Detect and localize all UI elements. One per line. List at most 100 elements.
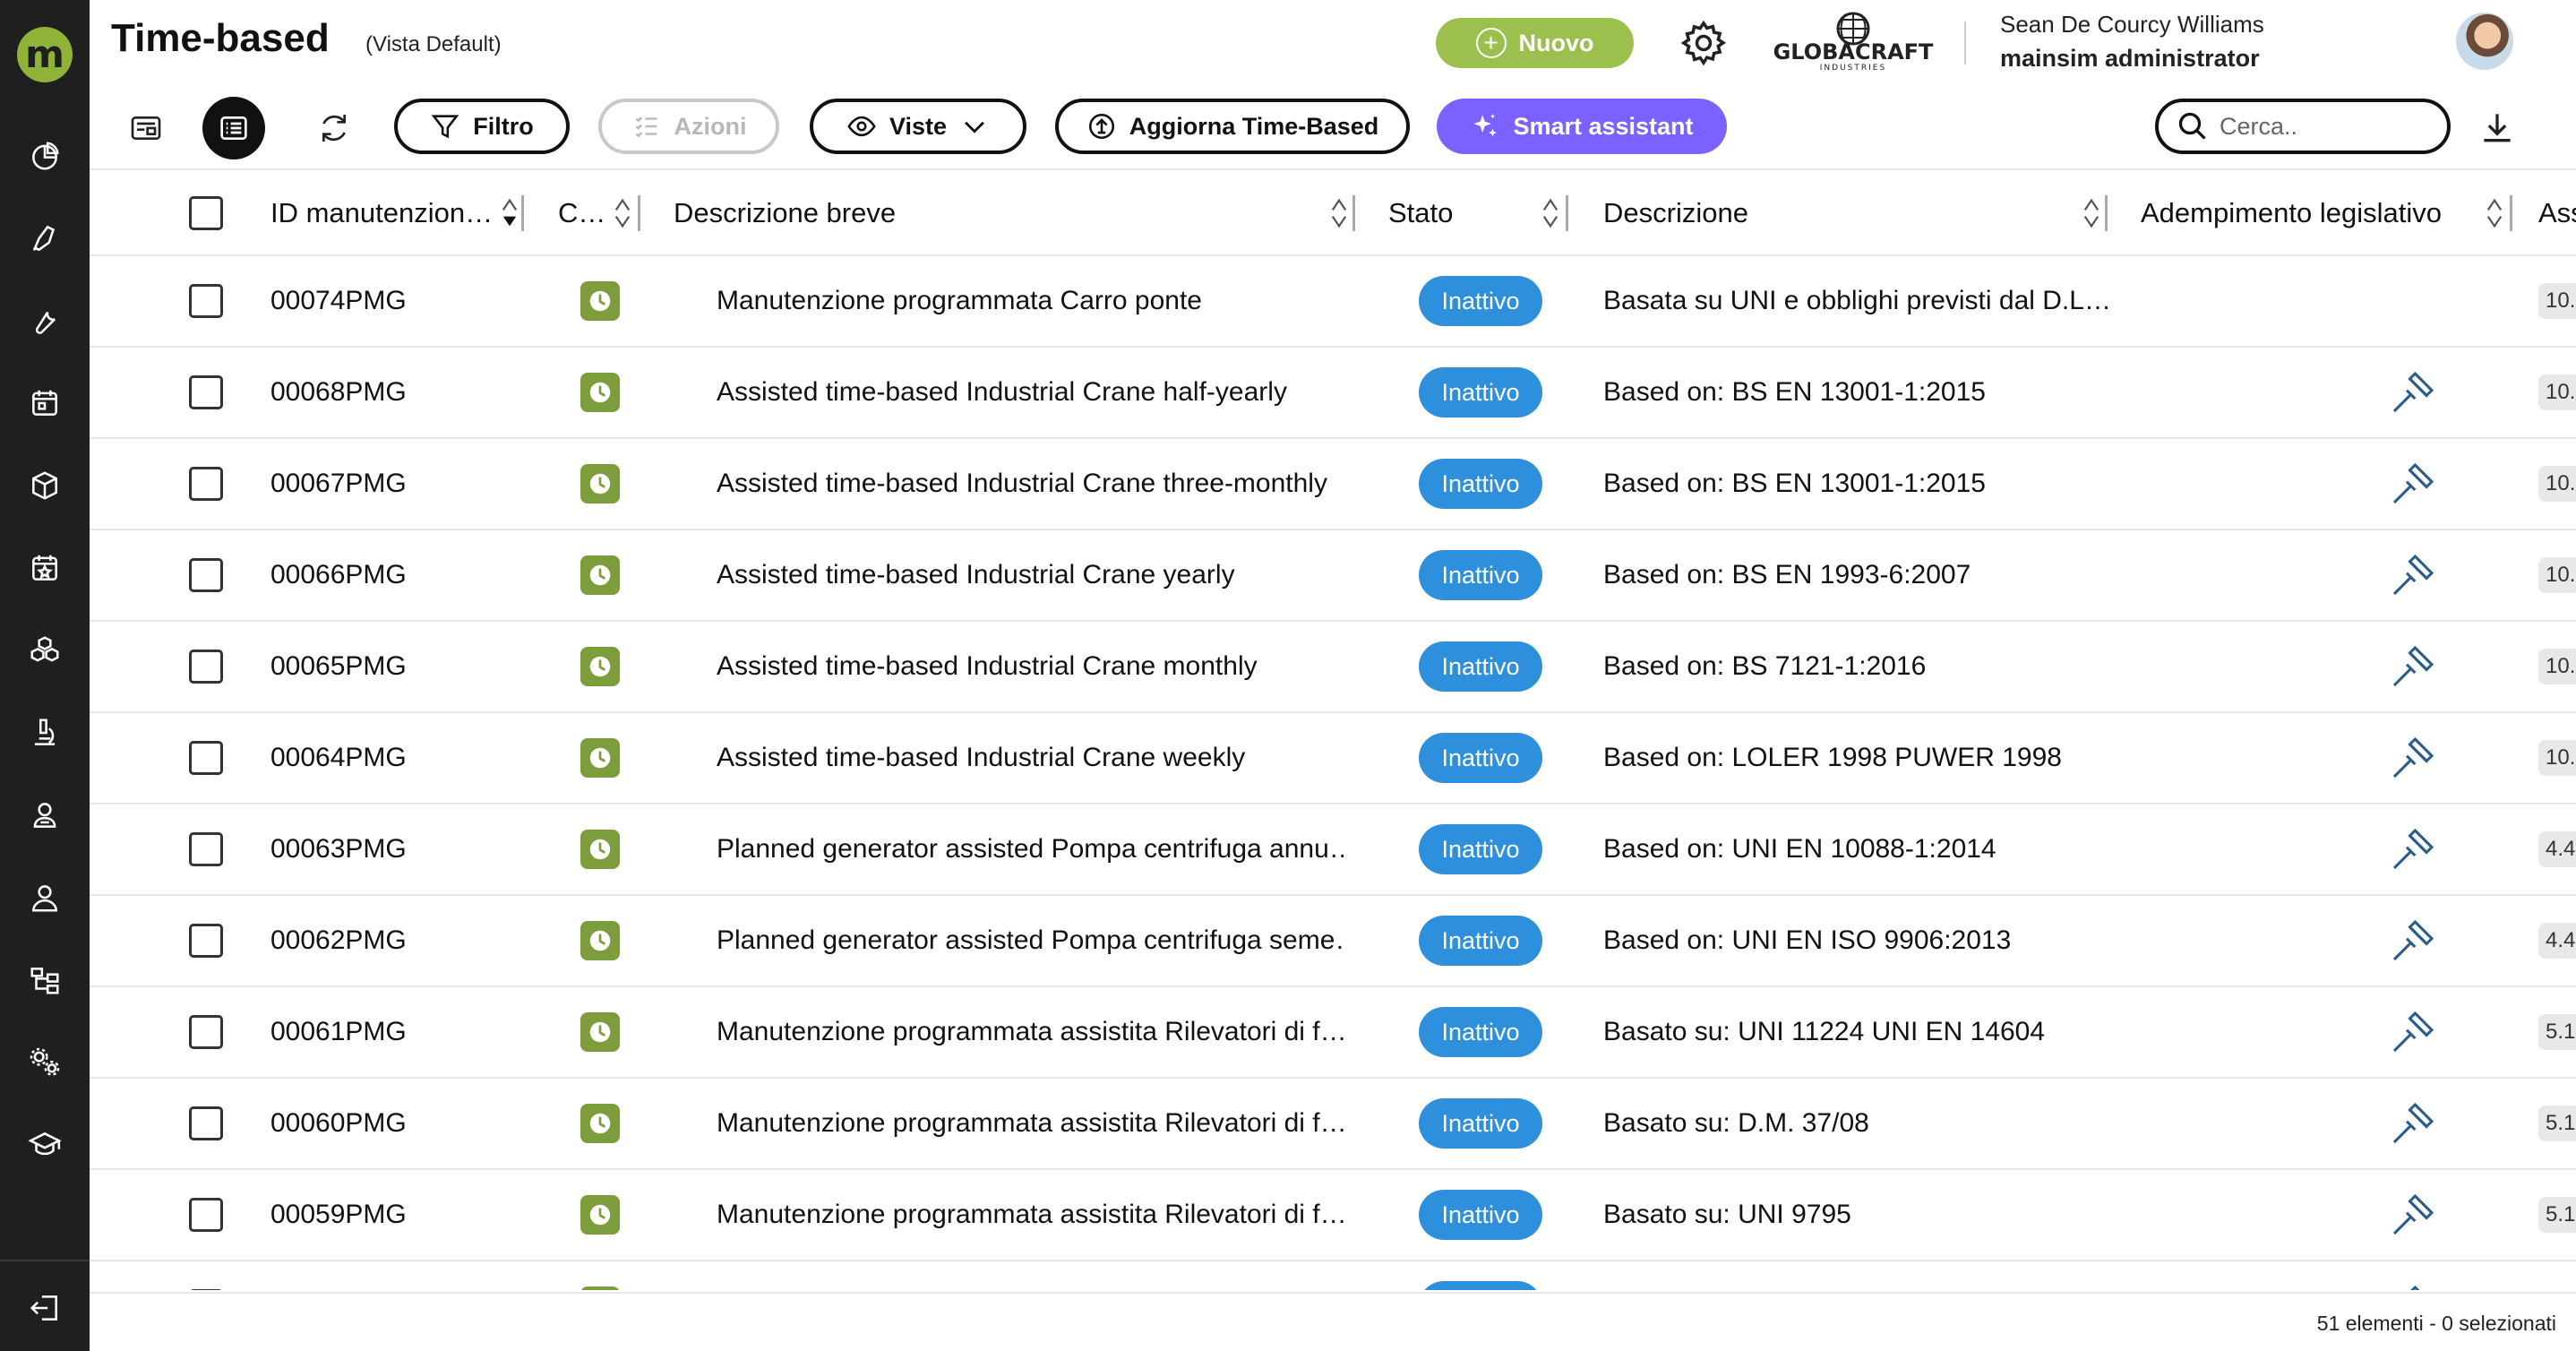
wrench-icon[interactable] (25, 301, 64, 340)
user-icon[interactable] (25, 878, 64, 917)
column-resizer[interactable] (2105, 195, 2108, 231)
header-divider (1964, 22, 1966, 65)
table-row[interactable]: 00065PMG Assisted time-based Industrial C… (90, 622, 2576, 713)
sort-icon[interactable] (614, 197, 631, 229)
refresh-icon[interactable] (303, 97, 365, 159)
row-checkbox[interactable] (189, 558, 223, 592)
logout-icon[interactable] (25, 1288, 64, 1328)
calendar-star-icon[interactable] (25, 548, 64, 588)
cell-short-description: Assisted time-based Industrial Crane mon… (717, 651, 1258, 681)
sort-icon[interactable] (1331, 197, 1347, 229)
col-header-ass[interactable]: Ass (2538, 170, 2576, 256)
table-row[interactable]: 00068PMG Assisted time-based Industrial C… (90, 348, 2576, 439)
col-header-id[interactable]: ID manutenzion… (270, 170, 493, 256)
new-button[interactable]: + Nuovo (1436, 18, 1634, 68)
cell-short-description (717, 1261, 1344, 1290)
sort-icon[interactable] (2486, 197, 2503, 229)
search-icon (2178, 112, 2206, 140)
clock-icon (580, 738, 620, 778)
search-input[interactable] (2218, 111, 2433, 142)
status-badge: Inattivo (1419, 276, 1542, 326)
row-checkbox[interactable] (189, 832, 223, 866)
filter-button[interactable]: Filtro (394, 99, 570, 154)
row-checkbox[interactable] (189, 741, 223, 775)
view-label[interactable]: (Vista Default) (365, 32, 502, 57)
row-checkbox[interactable] (189, 1198, 223, 1232)
cell-id: 00074PMG (270, 286, 407, 315)
table-row[interactable]: 00060PMG Manutenzione programmata assisti… (90, 1079, 2576, 1170)
table-row[interactable]: 00064PMG Assisted time-based Industrial C… (90, 713, 2576, 805)
sort-icon[interactable] (1542, 197, 1558, 229)
cell-id: 00061PMG (270, 1017, 407, 1046)
clock-icon (580, 1012, 620, 1052)
list-view-icon[interactable] (202, 97, 265, 159)
column-resizer[interactable] (521, 195, 524, 231)
row-checkbox[interactable] (189, 1289, 223, 1290)
table-row[interactable]: 00067PMG Assisted time-based Industrial C… (90, 439, 2576, 530)
dashboard-icon[interactable] (25, 136, 64, 176)
sort-icon[interactable] (2083, 197, 2099, 229)
user-badge-icon[interactable] (25, 796, 64, 835)
smart-assistant-button[interactable]: Smart assistant (1437, 99, 1727, 154)
row-checkbox[interactable] (189, 375, 223, 409)
col-header-short-description[interactable]: Descrizione breve (674, 170, 896, 256)
col-header-status[interactable]: Stato (1388, 170, 1453, 256)
table-row[interactable]: 00061PMG Manutenzione programmata assisti… (90, 987, 2576, 1079)
cell-description: Based on: UNI EN 10088-1:2014 (1603, 834, 1996, 864)
table-row[interactable]: Inattivo (90, 1261, 2576, 1290)
col-header-category[interactable]: C… (558, 170, 605, 256)
col-header-description[interactable]: Descrizione (1603, 170, 1748, 256)
cube-icon[interactable] (25, 466, 64, 505)
select-all-checkbox[interactable] (189, 196, 223, 230)
cell-id: 00062PMG (270, 925, 407, 955)
gavel-icon (2392, 736, 2434, 779)
cell-description: Based on: LOLER 1998 PUWER 1998 (1603, 743, 2062, 772)
row-checkbox[interactable] (189, 1106, 223, 1140)
graduation-cap-icon[interactable] (25, 1125, 64, 1165)
gavel-icon (2392, 371, 2434, 413)
download-icon[interactable] (2477, 108, 2517, 147)
microscope-icon[interactable] (25, 713, 64, 753)
card-view-icon[interactable] (115, 97, 177, 159)
gavel-icon (2392, 1102, 2434, 1144)
table-row[interactable]: 00062PMG Planned generator assisted Pompa… (90, 896, 2576, 987)
gavel-icon (2392, 462, 2434, 504)
row-checkbox[interactable] (189, 467, 223, 501)
table-row[interactable]: 00059PMG Manutenzione programmata assisti… (90, 1170, 2576, 1261)
calendar-icon[interactable] (25, 383, 64, 423)
cell-short-description: Planned generator assisted Pompa centrif… (717, 834, 1344, 864)
cell-short-description: Assisted time-based Industrial Crane wee… (717, 743, 1246, 772)
table-row[interactable]: 00066PMG Assisted time-based Industrial C… (90, 530, 2576, 622)
cell-ass-badge: 10. (2538, 740, 2576, 776)
gears-icon[interactable] (25, 1043, 64, 1082)
column-resizer[interactable] (1566, 195, 1568, 231)
table-row[interactable]: 00063PMG Planned generator assisted Pompa… (90, 805, 2576, 896)
status-badge: Inattivo (1419, 1281, 1542, 1290)
row-checkbox[interactable] (189, 924, 223, 958)
search-box[interactable] (2155, 99, 2451, 154)
update-time-based-button[interactable]: Aggiorna Time-Based (1055, 99, 1410, 154)
views-dropdown[interactable]: Viste (810, 99, 1026, 154)
hierarchy-icon[interactable] (25, 960, 64, 1000)
rocket-icon[interactable] (25, 219, 64, 258)
column-resizer[interactable] (1352, 195, 1355, 231)
col-header-legal-compliance[interactable]: Adempimento legislativo (2141, 170, 2442, 256)
app-logo[interactable]: m (17, 27, 73, 82)
column-resizer[interactable] (2510, 195, 2512, 231)
user-name[interactable]: Sean De Courcy Williams (2000, 11, 2264, 39)
sort-desc-icon[interactable] (502, 197, 518, 229)
cell-ass-badge: 10. (2538, 557, 2576, 593)
column-resizer[interactable] (638, 195, 640, 231)
row-checkbox[interactable] (189, 650, 223, 684)
cell-description: Basato su: UNI 11224 UNI EN 14604 (1603, 1017, 2046, 1046)
avatar[interactable] (2456, 13, 2513, 70)
status-badge: Inattivo (1419, 916, 1542, 966)
settings-gear-icon[interactable] (1679, 18, 1729, 68)
chevron-down-icon (965, 121, 984, 133)
row-checkbox[interactable] (189, 284, 223, 318)
row-checkbox[interactable] (189, 1015, 223, 1049)
table-row[interactable]: 00074PMG Manutenzione programmata Carro p… (90, 256, 2576, 348)
boxes-icon[interactable] (25, 631, 64, 670)
cell-description: Based on: UNI EN ISO 9906:2013 (1603, 925, 2012, 955)
actions-button[interactable]: Azioni (598, 99, 779, 154)
